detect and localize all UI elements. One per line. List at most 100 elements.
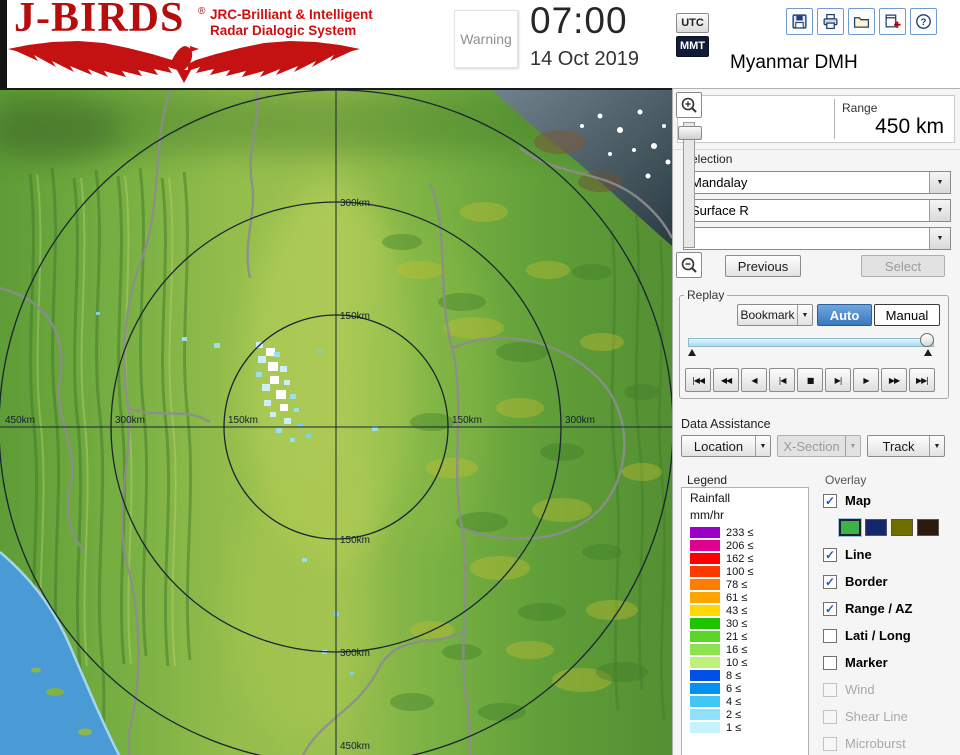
legend-color-swatch: [690, 670, 720, 681]
play-reverse-button[interactable]: ◀: [741, 368, 767, 392]
chevron-down-icon[interactable]: ▼: [929, 228, 950, 249]
radar-map-view[interactable]: 300km 150km 150km 300km 450km 450km 300k…: [0, 88, 672, 755]
open-folder-button[interactable]: [848, 8, 875, 35]
play-button[interactable]: ▶: [853, 368, 879, 392]
legend-value: 43 ≤: [726, 604, 748, 617]
checkbox[interactable]: [823, 709, 837, 724]
new-window-button[interactable]: [879, 8, 906, 35]
legend-value: 6 ≤: [726, 682, 742, 695]
manual-label: Manual: [885, 307, 929, 323]
legend-value: 100 ≤: [726, 565, 754, 578]
legend-value: 233 ≤: [726, 526, 754, 539]
step-forward-button[interactable]: ▶|: [825, 368, 851, 392]
zoom-slider-thumb[interactable]: [678, 126, 702, 140]
ring-label: 150km: [228, 415, 258, 426]
legend-color-swatch: [690, 540, 720, 551]
map-swatch[interactable]: [865, 519, 887, 536]
mmt-button[interactable]: MMT: [676, 36, 709, 57]
overlay-item-shear-line[interactable]: Shear Line: [823, 703, 959, 730]
overlay-item-microburst[interactable]: Microburst: [823, 730, 959, 755]
overlay-item-line[interactable]: ✓ Line: [823, 541, 959, 568]
skip-end-button[interactable]: ▶▶|: [909, 368, 935, 392]
skip-start-button[interactable]: |◀◀: [685, 368, 711, 392]
overlay-item-label: Shear Line: [845, 709, 908, 724]
xsection-button[interactable]: X-Section ▼: [777, 435, 861, 457]
checkbox[interactable]: ✓: [823, 493, 837, 508]
map-swatch[interactable]: [891, 519, 913, 536]
save-button[interactable]: [786, 8, 813, 35]
map-swatch[interactable]: [917, 519, 939, 536]
select-button[interactable]: Select: [861, 255, 945, 277]
overlay-item-map[interactable]: ✓ Map: [823, 487, 959, 514]
overlay-checkbox-list: ✓ Map ✓ Line ✓ Border ✓ Range / AZ Lati / Long Ma…: [823, 487, 959, 755]
legend-value: 61 ≤: [726, 591, 748, 604]
stop-button[interactable]: ■: [797, 368, 823, 392]
chevron-down-icon[interactable]: ▼: [797, 305, 812, 325]
zoom-slider-track[interactable]: [683, 122, 695, 248]
warning-button[interactable]: Warning: [454, 10, 518, 68]
map-swatch[interactable]: [839, 519, 861, 536]
fast-rewind-button[interactable]: ◀◀: [713, 368, 739, 392]
legend-color-swatch: [690, 631, 720, 642]
product-dropdown[interactable]: Surface R ▼: [683, 199, 951, 222]
chevron-down-icon[interactable]: ▼: [755, 436, 770, 456]
track-button[interactable]: Track ▼: [867, 435, 945, 457]
auto-label: Auto: [829, 307, 860, 323]
location-button[interactable]: Location ▼: [681, 435, 771, 457]
radar-map[interactable]: 300km 150km 150km 300km 450km 450km 300k…: [0, 90, 672, 755]
station-title: Myanmar DMH: [730, 52, 858, 73]
replay-groupbox: Replay Bookmark ▼ Auto Manual |◀◀ ◀◀ ◀ |◀ ■ ▶…: [679, 288, 949, 399]
replay-timeline-track[interactable]: [688, 338, 934, 347]
legend-value: 21 ≤: [726, 630, 748, 643]
site-dropdown[interactable]: Mandalay ▼: [683, 171, 951, 194]
clock-date: 14 Oct 2019: [530, 48, 639, 70]
legend-value: 10 ≤: [726, 656, 748, 669]
track-label: Track: [882, 438, 915, 454]
step-back-button[interactable]: |◀: [769, 368, 795, 392]
bookmark-button[interactable]: Bookmark ▼: [737, 304, 813, 326]
checkbox[interactable]: [823, 682, 837, 697]
overlay-item-marker[interactable]: Marker: [823, 649, 959, 676]
zoom-out-button[interactable]: [676, 252, 702, 278]
chevron-down-icon[interactable]: ▼: [929, 436, 944, 456]
save-icon: [792, 14, 807, 29]
ring-label: 450km: [340, 741, 370, 752]
checkbox[interactable]: [823, 736, 837, 751]
help-button[interactable]: ?: [910, 8, 937, 35]
overlay-item-wind[interactable]: Wind: [823, 676, 959, 703]
fast-forward-button[interactable]: ▶▶: [881, 368, 907, 392]
previous-label: Previous: [737, 258, 789, 274]
window-plus-icon: [885, 14, 901, 28]
auto-mode-button[interactable]: Auto: [817, 304, 872, 326]
range-display: Range 450 km: [677, 95, 955, 143]
legend-row: 162 ≤: [682, 552, 808, 565]
manual-mode-button[interactable]: Manual: [874, 304, 940, 326]
checkbox[interactable]: [823, 655, 837, 670]
zoom-in-button[interactable]: [676, 92, 702, 118]
ring-label: 300km: [115, 415, 145, 426]
print-button[interactable]: [817, 8, 844, 35]
ring-label: 300km: [340, 648, 370, 659]
folder-icon: [853, 17, 870, 28]
chevron-down-icon[interactable]: ▼: [929, 172, 950, 193]
checkbox[interactable]: ✓: [823, 547, 837, 562]
chevron-down-icon[interactable]: ▼: [845, 436, 860, 456]
checkbox[interactable]: ✓: [823, 574, 837, 589]
overlay-item-border[interactable]: ✓ Border: [823, 568, 959, 595]
extra-dropdown[interactable]: ▼: [683, 227, 951, 250]
checkbox[interactable]: [823, 628, 837, 643]
eagle-logo-icon: [8, 41, 360, 83]
chevron-down-icon[interactable]: ▼: [929, 200, 950, 221]
legend-value: 206 ≤: [726, 539, 754, 552]
replay-timeline-thumb[interactable]: [920, 333, 934, 347]
ring-label: 150km: [452, 415, 482, 426]
print-icon: [823, 13, 838, 30]
toolbar: ?: [786, 8, 937, 35]
overlay-item-lati-long[interactable]: Lati / Long: [823, 622, 959, 649]
previous-button[interactable]: Previous: [725, 255, 801, 277]
utc-button[interactable]: UTC: [676, 13, 709, 33]
legend-value: 1 ≤: [726, 721, 742, 734]
checkbox[interactable]: ✓: [823, 601, 837, 616]
clock-time: 07:00: [530, 0, 628, 41]
overlay-item-range-az[interactable]: ✓ Range / AZ: [823, 595, 959, 622]
